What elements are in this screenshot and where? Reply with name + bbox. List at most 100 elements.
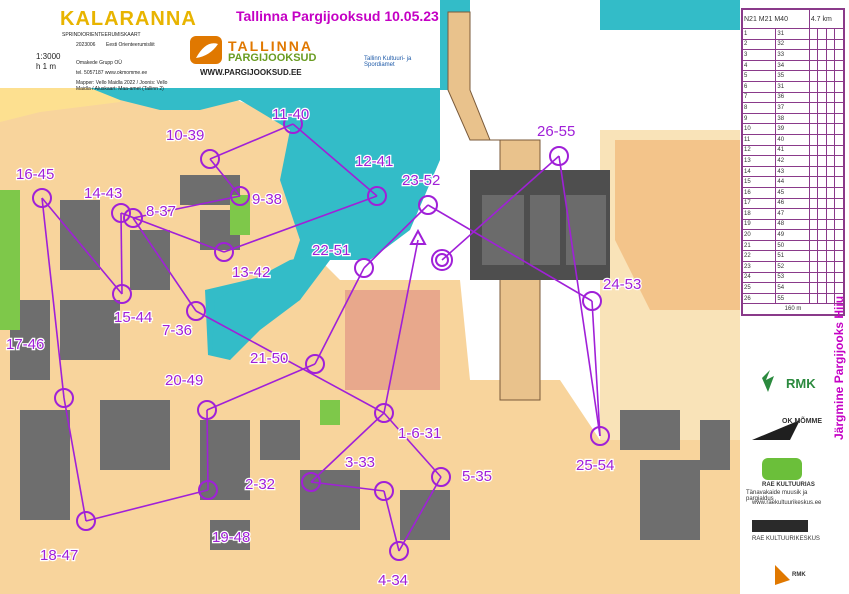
cd-symbol-cell <box>834 165 844 178</box>
cd-symbol-cell <box>817 59 827 72</box>
control-label: 25-54 <box>576 457 614 474</box>
rmk-text: RMK <box>786 376 816 391</box>
cd-code: 54 <box>775 282 810 294</box>
cd-symbol-cell <box>834 91 844 104</box>
cd-symbol-cell <box>834 229 844 241</box>
cd-symbol-cell <box>817 144 827 157</box>
cd-number: 23 <box>741 261 777 273</box>
cd-symbol-cell <box>834 282 844 294</box>
building <box>260 420 300 460</box>
cd-row: 17 46 <box>741 197 844 210</box>
cd-symbol-cell <box>808 239 819 252</box>
phone-text: tel. 5057187 www.okmomme.ee <box>76 70 148 76</box>
cd-row: 13 42 <box>741 155 844 167</box>
cd-symbol-cell <box>825 261 836 273</box>
cd-code: 52 <box>775 261 810 273</box>
map-title: KALARANNA <box>60 8 197 30</box>
cd-symbol-cell <box>808 112 819 125</box>
control-label: 14-43 <box>84 185 122 202</box>
club-text: Eesti Orienteerumisliit <box>106 42 155 48</box>
control-label: 23-52 <box>402 172 440 189</box>
cd-symbol-cell <box>817 49 827 61</box>
cd-symbol-cell <box>825 28 836 40</box>
brand-line2: PARGIJOOKSUD <box>228 52 317 64</box>
green-area <box>320 400 340 425</box>
cd-symbol-cell <box>825 59 836 72</box>
cd-row: 15 44 <box>741 176 844 188</box>
cd-number: 4 <box>741 59 777 72</box>
cd-symbol-cell <box>825 91 836 104</box>
cd-row: 16 45 <box>741 186 844 199</box>
cd-number: 6 <box>741 80 777 93</box>
cd-code: 31 <box>775 80 810 93</box>
cd-symbol-cell <box>834 70 844 82</box>
cd-symbol-cell <box>834 239 844 252</box>
cd-symbol-cell <box>817 155 827 167</box>
cd-symbol-cell <box>808 261 819 273</box>
cd-number: 20 <box>741 229 777 241</box>
cd-symbol-cell <box>834 112 844 125</box>
building <box>20 410 70 520</box>
cd-symbol-cell <box>817 176 827 188</box>
cd-code: 40 <box>775 133 810 146</box>
course-leg <box>206 409 209 491</box>
cd-code: 49 <box>775 229 810 241</box>
cd-symbol-cell <box>834 49 844 61</box>
cd-code: 32 <box>775 38 810 51</box>
cd-symbol-cell <box>808 165 819 178</box>
cd-number: 17 <box>741 197 777 210</box>
cd-row: 25 54 <box>741 282 844 294</box>
plaza-building <box>345 290 440 390</box>
cd-symbol-cell <box>808 176 819 188</box>
cd-symbol-cell <box>808 70 819 82</box>
cd-symbol-cell <box>825 133 836 146</box>
control-label: 8-37 <box>146 203 176 220</box>
cd-symbol-cell <box>834 176 844 188</box>
building <box>700 420 730 470</box>
water-ne <box>600 0 740 30</box>
cd-code: 34 <box>775 59 810 72</box>
cd-symbol-cell <box>808 80 819 93</box>
cd-symbol-cell <box>834 59 844 72</box>
cd-row: 18 47 <box>741 208 844 220</box>
map-year: 2023006 <box>76 42 96 48</box>
cd-symbol-cell <box>834 261 844 273</box>
cd-symbol-cell <box>825 239 836 252</box>
cd-number: 22 <box>741 250 777 263</box>
building <box>100 400 170 470</box>
cd-row: 12 41 <box>741 144 844 157</box>
cd-row: 24 53 <box>741 271 844 284</box>
cd-symbol-cell <box>808 28 819 40</box>
cd-symbol-cell <box>825 208 836 220</box>
cd-number: 15 <box>741 176 777 188</box>
cd-row: 19 48 <box>741 218 844 231</box>
cd-code: 46 <box>775 197 810 210</box>
cd-code: 44 <box>775 176 810 188</box>
cd-row: 8 37 <box>741 102 844 114</box>
cd-symbol-cell <box>817 38 827 51</box>
cd-code: 50 <box>775 239 810 252</box>
cd-symbol-cell <box>817 91 827 104</box>
cd-number: 26 <box>741 292 777 305</box>
cd-row: 10 39 <box>741 123 844 135</box>
control-label: 4-34 <box>378 572 408 589</box>
cd-symbol-cell <box>817 282 827 294</box>
control-label: 17-46 <box>6 336 44 353</box>
cd-symbol-cell <box>817 218 827 231</box>
cd-row: 7 36 <box>741 91 844 104</box>
cd-code: 36 <box>775 91 810 104</box>
cd-symbol-cell <box>825 80 836 93</box>
control-label: 5-35 <box>462 468 492 485</box>
map-subtitle: SPRINDIORIENTEERUMISKAART <box>62 32 141 38</box>
city-logo-text: Tallinn Kultuuri- ja Spordiamet <box>364 56 412 68</box>
cd-symbol-cell <box>808 38 819 51</box>
cd-symbol-cell <box>825 155 836 167</box>
cd-symbol-cell <box>817 112 827 125</box>
cd-symbol-cell <box>817 133 827 146</box>
cd-code: 51 <box>775 250 810 263</box>
cd-number: 13 <box>741 155 777 167</box>
building <box>130 230 170 290</box>
cd-symbol-cell <box>817 261 827 273</box>
cd-symbol-cell <box>825 176 836 188</box>
cd-code: 39 <box>775 123 810 135</box>
